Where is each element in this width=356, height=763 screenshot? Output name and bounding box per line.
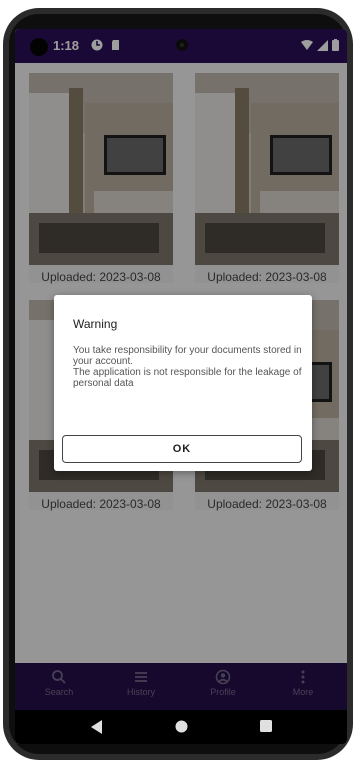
dialog-title: Warning: [73, 317, 118, 331]
home-icon[interactable]: [175, 720, 188, 733]
dialog-message: You take responsibility for your documen…: [73, 345, 302, 389]
ok-button[interactable]: OK: [62, 435, 302, 463]
warning-dialog: Warning You take responsibility for your…: [54, 295, 312, 471]
system-navigation-bar: [15, 710, 347, 744]
app-screen: 1:18 Uploaded: 2023-03-08 Uploaded: 2023…: [15, 29, 347, 744]
back-icon[interactable]: [91, 720, 103, 734]
recents-icon[interactable]: [260, 720, 272, 732]
